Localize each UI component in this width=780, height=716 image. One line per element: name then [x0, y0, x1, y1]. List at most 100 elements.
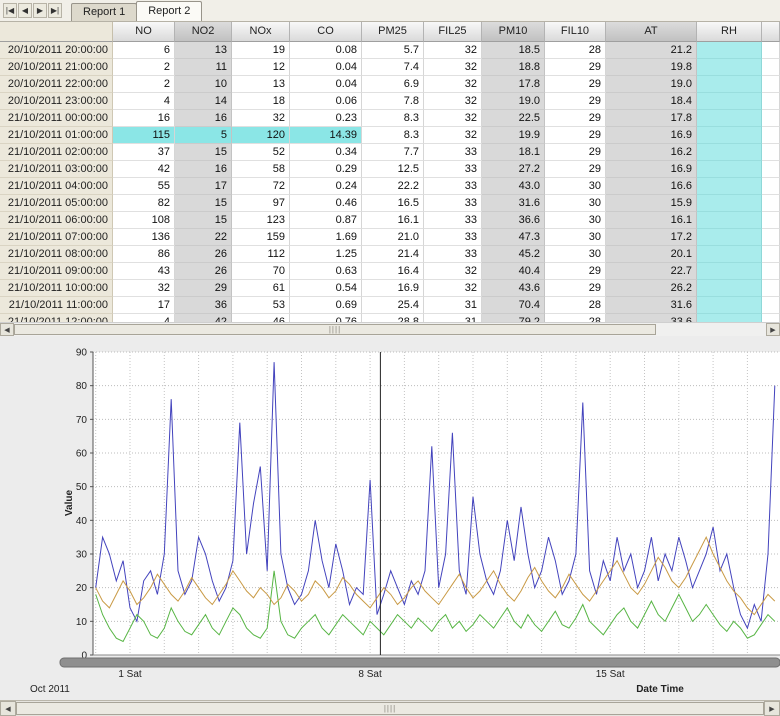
cell-extra[interactable]: [762, 127, 780, 144]
cell-FIL10[interactable]: 29: [545, 76, 606, 93]
cell-RH[interactable]: [697, 195, 762, 212]
chart-range-bar[interactable]: [59, 657, 780, 668]
cell-FIL10[interactable]: 30: [545, 229, 606, 246]
cell-extra[interactable]: [762, 195, 780, 212]
cell-PM10[interactable]: 31.6: [482, 195, 545, 212]
cell-CO[interactable]: 0.29: [290, 161, 362, 178]
cell-NO2[interactable]: 26: [175, 263, 232, 280]
column-header-PM25[interactable]: PM25: [362, 22, 424, 42]
cell-NOx[interactable]: 46: [232, 314, 290, 322]
cell-FIL10[interactable]: 29: [545, 110, 606, 127]
cell-PM25[interactable]: 16.9: [362, 280, 424, 297]
nav-prev-button[interactable]: ◀: [18, 3, 32, 18]
cell-FIL25[interactable]: 33: [424, 212, 482, 229]
cell-extra[interactable]: [762, 59, 780, 76]
cell-RH[interactable]: [697, 76, 762, 93]
cell-NO2[interactable]: 14: [175, 93, 232, 110]
cell-PM25[interactable]: 7.4: [362, 59, 424, 76]
cell-PM25[interactable]: 7.7: [362, 144, 424, 161]
cell-RH[interactable]: [697, 59, 762, 76]
cell-AT[interactable]: 16.2: [606, 144, 697, 161]
cell-NOx[interactable]: 70: [232, 263, 290, 280]
cell-NOx[interactable]: 120: [232, 127, 290, 144]
cell-NO2[interactable]: 11: [175, 59, 232, 76]
row-time-cell[interactable]: 21/10/2011 05:00:00: [0, 195, 113, 212]
cell-CO[interactable]: 0.04: [290, 76, 362, 93]
cell-PM25[interactable]: 12.5: [362, 161, 424, 178]
cell-CO[interactable]: 0.34: [290, 144, 362, 161]
cell-extra[interactable]: [762, 280, 780, 297]
cell-NO2[interactable]: 16: [175, 161, 232, 178]
cell-NO2[interactable]: 22: [175, 229, 232, 246]
row-time-cell[interactable]: 20/10/2011 23:00:00: [0, 93, 113, 110]
row-time-cell[interactable]: 21/10/2011 09:00:00: [0, 263, 113, 280]
cell-PM25[interactable]: 22.2: [362, 178, 424, 195]
row-time-cell[interactable]: 21/10/2011 01:00:00: [0, 127, 113, 144]
cell-PM10[interactable]: 22.5: [482, 110, 545, 127]
cell-NO[interactable]: 4: [113, 314, 175, 322]
cell-FIL25[interactable]: 32: [424, 42, 482, 59]
cell-AT[interactable]: 18.4: [606, 93, 697, 110]
row-time-cell[interactable]: 21/10/2011 11:00:00: [0, 297, 113, 314]
cell-FIL10[interactable]: 30: [545, 246, 606, 263]
row-time-cell[interactable]: 21/10/2011 07:00:00: [0, 229, 113, 246]
cell-extra[interactable]: [762, 110, 780, 127]
cell-NO2[interactable]: 15: [175, 195, 232, 212]
cell-NO2[interactable]: 10: [175, 76, 232, 93]
cell-NOx[interactable]: 12: [232, 59, 290, 76]
cell-RH[interactable]: [697, 280, 762, 297]
cell-FIL10[interactable]: 30: [545, 195, 606, 212]
cell-extra[interactable]: [762, 314, 780, 322]
cell-RH[interactable]: [697, 127, 762, 144]
cell-FIL10[interactable]: 30: [545, 212, 606, 229]
cell-FIL25[interactable]: 32: [424, 93, 482, 110]
cell-CO[interactable]: 0.23: [290, 110, 362, 127]
cell-PM25[interactable]: 16.1: [362, 212, 424, 229]
cell-extra[interactable]: [762, 212, 780, 229]
table-scroll-thumb[interactable]: ||||: [14, 324, 656, 335]
cell-FIL10[interactable]: 29: [545, 93, 606, 110]
cell-FIL25[interactable]: 31: [424, 314, 482, 322]
cell-RH[interactable]: [697, 93, 762, 110]
cell-AT[interactable]: 16.9: [606, 127, 697, 144]
cell-PM10[interactable]: 19.9: [482, 127, 545, 144]
cell-NOx[interactable]: 52: [232, 144, 290, 161]
cell-PM25[interactable]: 25.4: [362, 297, 424, 314]
cell-NOx[interactable]: 97: [232, 195, 290, 212]
cell-NOx[interactable]: 112: [232, 246, 290, 263]
cell-FIL25[interactable]: 32: [424, 127, 482, 144]
cell-PM25[interactable]: 8.3: [362, 110, 424, 127]
cell-RH[interactable]: [697, 297, 762, 314]
cell-extra[interactable]: [762, 229, 780, 246]
cell-CO[interactable]: 1.25: [290, 246, 362, 263]
cell-FIL10[interactable]: 29: [545, 144, 606, 161]
cell-CO[interactable]: 0.69: [290, 297, 362, 314]
cell-extra[interactable]: [762, 263, 780, 280]
cell-AT[interactable]: 22.7: [606, 263, 697, 280]
tab-report-2[interactable]: Report 2: [136, 1, 203, 21]
cell-FIL25[interactable]: 32: [424, 110, 482, 127]
cell-NO[interactable]: 2: [113, 59, 175, 76]
cell-NO[interactable]: 2: [113, 76, 175, 93]
column-header-AT[interactable]: AT: [606, 22, 697, 42]
scroll-right-icon[interactable]: ▶: [764, 701, 780, 716]
row-time-cell[interactable]: 21/10/2011 00:00:00: [0, 110, 113, 127]
window-scroll-thumb[interactable]: ||||: [16, 702, 764, 715]
window-h-scrollbar[interactable]: ◀ |||| ▶: [0, 700, 780, 716]
cell-NO[interactable]: 86: [113, 246, 175, 263]
cell-PM25[interactable]: 8.3: [362, 127, 424, 144]
cell-PM10[interactable]: 79.2: [482, 314, 545, 322]
plot-area[interactable]: [93, 352, 780, 655]
cell-extra[interactable]: [762, 93, 780, 110]
row-time-cell[interactable]: 21/10/2011 08:00:00: [0, 246, 113, 263]
cell-PM10[interactable]: 45.2: [482, 246, 545, 263]
cell-AT[interactable]: 15.9: [606, 195, 697, 212]
cell-NO2[interactable]: 13: [175, 42, 232, 59]
cell-FIL10[interactable]: 28: [545, 314, 606, 322]
cell-PM10[interactable]: 47.3: [482, 229, 545, 246]
cell-NO[interactable]: 115: [113, 127, 175, 144]
cell-AT[interactable]: 20.1: [606, 246, 697, 263]
cell-NO[interactable]: 6: [113, 42, 175, 59]
nav-first-button[interactable]: |◀: [3, 3, 17, 18]
row-time-cell[interactable]: 21/10/2011 02:00:00: [0, 144, 113, 161]
